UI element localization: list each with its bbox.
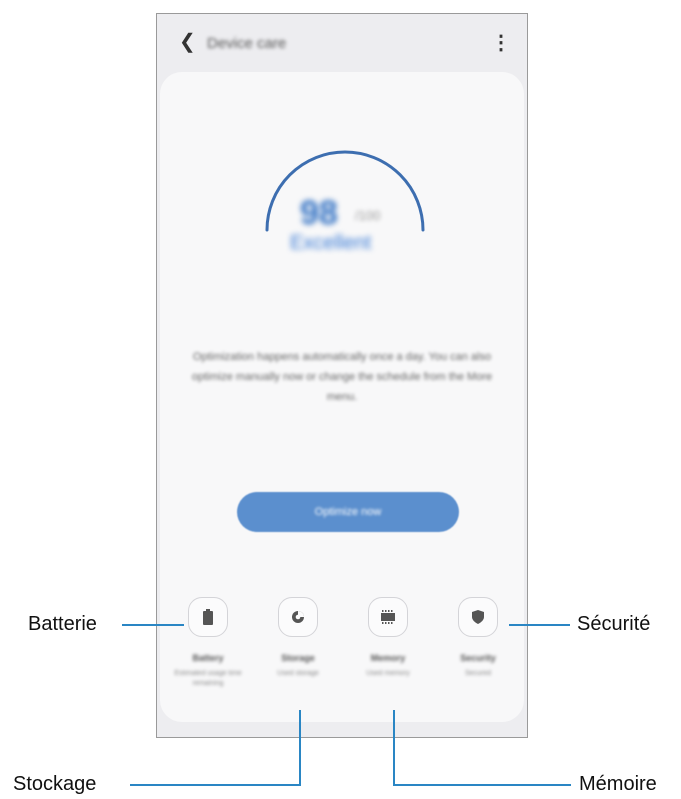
memory-sub: Used memory <box>366 670 410 677</box>
app-bar: ❮ Device care ⋮ <box>157 14 527 72</box>
battery-label: Battery <box>192 653 224 663</box>
chevron-left-icon[interactable]: ❮ <box>179 32 196 52</box>
security-label: Security <box>460 653 496 663</box>
optimize-now-label: Optimize now <box>314 506 382 518</box>
battery-icon <box>203 609 213 625</box>
callout-securite: Sécurité <box>577 613 651 635</box>
callout-line-battery <box>122 624 184 626</box>
memory-button[interactable] <box>368 597 408 637</box>
optimize-now-button[interactable]: Optimize now <box>237 492 459 532</box>
score-value: 98 <box>300 194 338 232</box>
score-status: Excellent <box>290 232 372 254</box>
callout-memoire: Mémoire <box>579 773 657 795</box>
storage-button[interactable] <box>278 597 318 637</box>
callout-line-storage-v <box>299 710 301 786</box>
optimization-description: Optimization happens automatically once … <box>191 351 493 403</box>
score-unit: /100 <box>355 208 381 223</box>
more-vertical-icon[interactable]: ⋮ <box>491 33 511 53</box>
callout-batterie: Batterie <box>28 613 97 635</box>
security-button[interactable] <box>458 597 498 637</box>
battery-button[interactable] <box>188 597 228 637</box>
shield-icon <box>472 610 484 624</box>
callout-line-security <box>509 624 570 626</box>
callout-line-memory-v <box>393 710 395 786</box>
storage-sub: Used storage <box>277 670 319 677</box>
battery-sub: Estimated usage time remaining <box>174 670 242 687</box>
app-title: Device care <box>207 35 287 52</box>
score-gauge <box>265 150 425 232</box>
security-sub: Secured <box>464 670 492 677</box>
phone-screen: ❮ Device care ⋮ 98 /100 Excellent Optimi… <box>156 13 528 738</box>
storage-label: Storage <box>281 653 315 663</box>
storage-icon <box>292 611 304 623</box>
memory-label: Memory <box>370 653 406 663</box>
callout-line-memory-h <box>393 784 571 786</box>
memory-icon <box>381 610 395 624</box>
callout-stockage: Stockage <box>13 773 97 795</box>
device-care-card: 98 /100 Excellent Optimization happens a… <box>160 72 524 722</box>
callout-line-storage-h <box>130 784 301 786</box>
